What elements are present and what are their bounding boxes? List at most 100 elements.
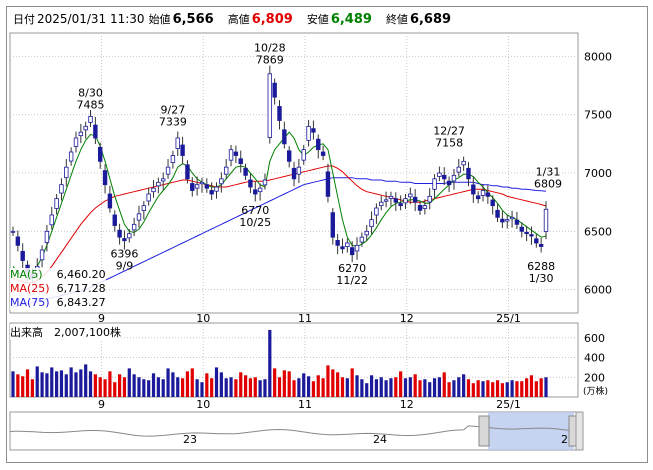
volume-bar: [214, 367, 219, 397]
volume-bar: [471, 383, 475, 397]
candle-body: [180, 144, 185, 156]
volume-bar: [277, 377, 282, 397]
candle-body: [102, 170, 108, 186]
candle-body: [223, 166, 229, 175]
candle-body: [529, 234, 534, 237]
volume-bar: [297, 378, 301, 397]
candle-body: [403, 198, 408, 204]
candle-body: [471, 184, 476, 195]
volume-bar: [326, 365, 330, 397]
candle-body: [485, 192, 491, 197]
candle-body: [64, 166, 69, 179]
price-annotation: 7869: [256, 54, 284, 67]
x-tick-label: 25/1: [496, 398, 521, 411]
candle-body: [461, 160, 466, 166]
volume-bar: [127, 368, 131, 397]
candle-body: [374, 207, 379, 216]
volume-bar: [166, 368, 170, 397]
candle-body: [15, 236, 21, 246]
volume-bar: [345, 378, 349, 397]
volume-bar: [408, 377, 412, 397]
candle-body: [306, 125, 311, 141]
candle-body: [451, 174, 457, 182]
candle-body: [534, 238, 539, 244]
candle-body: [505, 219, 510, 222]
navigator-handle[interactable]: [478, 415, 490, 447]
candle-body: [88, 116, 93, 123]
candle-body: [475, 195, 481, 200]
candle-body: [253, 189, 258, 195]
volume-bar: [229, 377, 233, 397]
candle-body: [393, 198, 398, 203]
volume-bar: [35, 366, 39, 397]
candle-body: [282, 129, 287, 145]
ma5-legend-item: MA(5) 6,460.20: [10, 268, 106, 282]
y-tick-label: 7000: [584, 167, 612, 180]
volume-bar: [452, 380, 456, 397]
candle-body: [39, 249, 45, 261]
candle-body: [272, 82, 277, 98]
volume-bar: [55, 371, 59, 397]
candle-body: [228, 149, 234, 161]
stock-chart[interactable]: 9910101111121225/125/1600065007000750080…: [0, 0, 653, 470]
candle-body: [146, 193, 151, 202]
y-tick-label: 6500: [584, 225, 612, 238]
volume-bar: [161, 379, 165, 397]
candle-body: [127, 233, 132, 239]
candle-body: [422, 205, 428, 209]
candle-body: [161, 178, 166, 182]
candle-body: [330, 212, 335, 238]
volume-bar: [374, 379, 379, 397]
candle-body: [335, 240, 340, 246]
volume-bar: [423, 379, 427, 397]
candle-body: [107, 193, 113, 209]
x-tick-label: 12: [400, 398, 414, 411]
volume-bar: [486, 380, 490, 397]
volume-bar: [98, 377, 102, 397]
volume-bar: [205, 373, 209, 397]
volume-tick-label: 200: [584, 371, 605, 384]
candle-body: [480, 190, 486, 196]
candle-body: [238, 158, 243, 165]
volume-bar: [534, 381, 538, 397]
volume-bar: [287, 371, 291, 397]
volume-bar: [50, 367, 54, 397]
candle-body: [73, 137, 79, 147]
candle-body: [514, 219, 520, 225]
volume-bar: [273, 368, 277, 397]
navigator-scroll-button[interactable]: [575, 411, 584, 451]
x-tick-label: 9: [98, 398, 105, 411]
volume-bar: [16, 374, 20, 397]
candle-body: [122, 238, 127, 242]
candle-body: [369, 219, 374, 228]
volume-bar: [365, 383, 369, 397]
volume-bar: [316, 375, 320, 397]
ma5-legend-label: MA(5): [10, 268, 43, 281]
volume-bar: [263, 379, 267, 397]
volume-tick-label: 400: [584, 352, 605, 365]
volume-bar: [539, 378, 543, 397]
candle-body: [311, 128, 316, 133]
volume-bar: [510, 380, 514, 397]
volume-bar: [306, 376, 311, 397]
candle-body: [388, 195, 394, 199]
ma75-legend-label: MA(75): [10, 296, 50, 309]
candle-body: [408, 193, 413, 198]
candle-body: [354, 244, 360, 252]
candle-body: [543, 208, 549, 233]
volume-bar: [156, 377, 160, 397]
volume-bar: [103, 379, 107, 397]
volume-bar: [151, 373, 156, 397]
volume-bar: [79, 369, 83, 397]
volume-bar: [122, 377, 127, 397]
volume-bar: [389, 378, 393, 397]
volume-bar: [292, 380, 296, 397]
candle-body: [456, 166, 461, 173]
volume-bar: [171, 372, 175, 397]
volume-bar: [447, 382, 451, 397]
range-navigator: 23 24 25: [9, 411, 584, 451]
candle-body: [340, 246, 345, 250]
y-tick-label: 6000: [584, 284, 612, 297]
volume-bar: [481, 381, 485, 397]
candle-body: [364, 230, 369, 236]
